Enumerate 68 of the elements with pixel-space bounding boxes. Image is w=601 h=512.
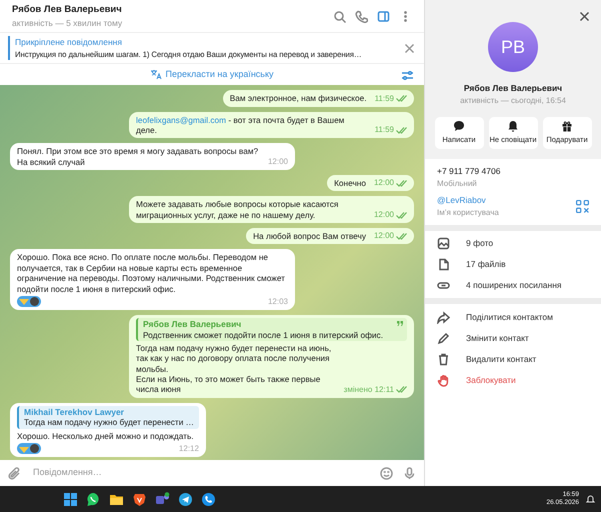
- close-icon[interactable]: [578, 10, 591, 23]
- paper-plane-icon[interactable]: [178, 492, 193, 506]
- contact-menu-item[interactable]: Поділитися контактом: [425, 306, 601, 328]
- media-row[interactable]: 9 фото: [425, 233, 601, 254]
- paperclip-icon[interactable]: [8, 466, 21, 480]
- media-row[interactable]: 17 файлів: [425, 254, 601, 275]
- avatar-icon: [30, 296, 39, 306]
- people-icon[interactable]: [155, 492, 170, 506]
- message-time: змінено 12:11: [344, 384, 407, 395]
- emoji-icon[interactable]: [380, 466, 393, 480]
- message-text: Понял. При этом все это время я могу задавать вопросы вам? На всякий случай: [17, 146, 260, 167]
- media-row[interactable]: 4 поширених посилання: [425, 275, 601, 296]
- picture-icon: [437, 237, 450, 250]
- contact-menu-item[interactable]: Видалити контакт: [425, 348, 601, 370]
- message-text: Вам электронное, нам физическое.: [230, 93, 367, 104]
- last-seen-status: активність — сьогодні, 16:54: [460, 94, 566, 107]
- message-text: Хорошо. Несколько дней можно и подождать.: [17, 430, 195, 441]
- reaction-chip[interactable]: [17, 443, 41, 454]
- message-time: 12:00: [374, 231, 407, 242]
- profile-name: Рябов Лев Валерьевич: [464, 82, 562, 95]
- message-time: 12:03: [268, 296, 288, 307]
- message-time: 12:00: [374, 210, 407, 220]
- sidebar-toggle-icon[interactable]: [377, 10, 390, 22]
- notification-bell-icon[interactable]: [586, 495, 595, 504]
- message-time: 11:59: [374, 125, 407, 136]
- message-time: 12:12: [178, 444, 199, 454]
- contact-menu-item[interactable]: Змінити контакт: [425, 328, 601, 348]
- field-label: Ім’я користувача: [437, 206, 500, 219]
- contact-name: Рябов Лев Валерьевич: [12, 2, 123, 16]
- share-arrow-icon: [437, 310, 450, 324]
- chat-bubble-icon: [453, 120, 465, 132]
- message-text: На любой вопрос Вам отвечу: [253, 231, 366, 242]
- quote-icon: [397, 320, 403, 326]
- reaction-chip[interactable]: [17, 296, 41, 307]
- document-icon: [437, 258, 450, 271]
- message-time: 12:00: [374, 178, 407, 188]
- message-text: Хорошо. Пока все ясно. По оплате после мольбы. Переводом не получается, так в Сербии на новые карты есть временное ограничение на переводы. Поэтому наличными. Родственник сможет подойти после 1 июня в питерский офис.: [17, 252, 286, 294]
- pencil-icon: [437, 332, 450, 344]
- field-label: Мобільний: [437, 178, 478, 190]
- search-icon[interactable]: [333, 10, 346, 22]
- message-time: 12:00: [268, 157, 288, 167]
- message-input[interactable]: Повідомлення…: [31, 465, 370, 481]
- chat-bubble-icon[interactable]: [86, 492, 101, 506]
- last-seen-status: активність — 5 хвилин тому: [12, 16, 124, 30]
- trash-icon: [437, 352, 450, 366]
- message-text: Конечно: [334, 178, 366, 188]
- reply-quote[interactable]: Mikhail Terekhov Lawyer Тогда нам подачу нужно будет перенести …: [17, 406, 199, 429]
- contact-menu-item[interactable]: Заблокувати: [425, 370, 601, 390]
- shield-icon[interactable]: [132, 492, 147, 506]
- grid-icon[interactable]: [63, 492, 78, 506]
- hand-icon: [437, 374, 450, 386]
- close-icon[interactable]: [403, 42, 416, 55]
- gift-icon: [561, 120, 573, 132]
- bell-icon: [507, 120, 519, 132]
- phone-icon[interactable]: [201, 492, 216, 506]
- message-text: leofelixgans@gmail.com - вот эта почта будет в Вашем деле.: [136, 114, 346, 136]
- message-text: Можете задавать любые вопросы которые касаются миграционных услуг, даже не по нашему делу.: [136, 199, 340, 220]
- avatar: РВ: [488, 22, 538, 72]
- reply-quote[interactable]: Рябов Лев Валерьевич Родственник сможет подойти после 1 июня в питерский офис.: [136, 318, 407, 341]
- microphone-icon[interactable]: [403, 466, 416, 480]
- username-link[interactable]: @LevRiabov: [437, 194, 576, 207]
- avatar-icon: [30, 444, 39, 453]
- message-time: 11:59: [374, 94, 407, 104]
- message-text: Тогда нам подачу нужно будет перенести на июнь, так как у нас по договору оплата после получения мольбы. Если на Июнь, то это может быть также первые числа июня: [136, 342, 332, 395]
- translate-icon: [150, 69, 162, 80]
- qr-code-icon[interactable]: [576, 200, 589, 213]
- settings-sliders-icon[interactable]: [401, 69, 414, 82]
- phone-number: +7 911 779 4706: [437, 164, 502, 178]
